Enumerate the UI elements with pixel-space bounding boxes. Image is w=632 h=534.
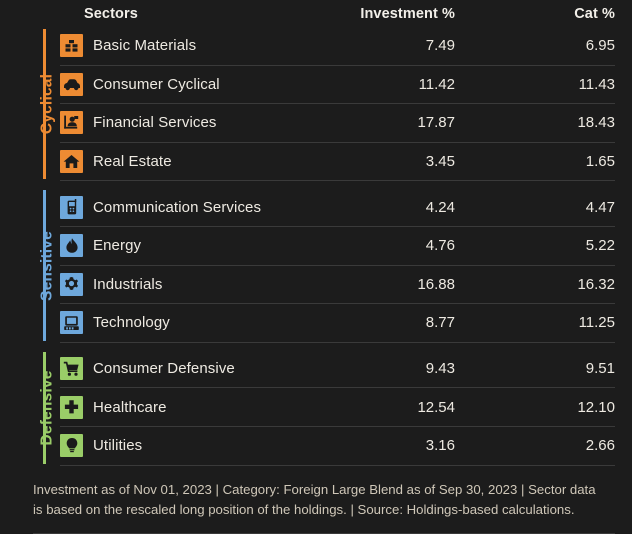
table-row[interactable]: Technology 8.77 11.25 <box>60 304 615 343</box>
group-tab: Cyclical <box>33 27 60 181</box>
sector-group: Sensitive Communication Services 4.24 4.47… <box>33 188 615 343</box>
energy-icon <box>60 234 83 258</box>
cat-percent-cell: 18.43 <box>577 114 615 132</box>
technology-icon <box>60 311 83 335</box>
consumer-defensive-icon <box>60 357 83 381</box>
sector-cell: Financial Services <box>60 111 308 135</box>
cat-percent-cell: 9.51 <box>585 360 615 378</box>
sector-group: Cyclical Basic Materials 7.49 6.95 Consume… <box>33 27 615 182</box>
sector-cell: Technology <box>60 311 308 335</box>
cat-percent-cell: 2.66 <box>585 437 615 455</box>
group-tab: Sensitive <box>33 188 60 342</box>
basic-materials-icon <box>60 34 83 58</box>
investment-percent-cell: 16.88 <box>417 275 455 293</box>
sector-name: Technology <box>93 314 170 332</box>
table-row[interactable]: Basic Materials 7.49 6.95 <box>60 27 615 66</box>
sector-name: Utilities <box>93 437 143 455</box>
column-header-investment: Investment % <box>360 5 455 22</box>
sector-name: Communication Services <box>93 198 262 216</box>
investment-percent-cell: 7.49 <box>425 37 455 55</box>
sector-cell: Consumer Defensive <box>60 357 308 381</box>
table-row[interactable]: Industrials 16.88 16.32 <box>60 266 615 305</box>
investment-percent-cell: 3.45 <box>425 153 455 171</box>
table-row[interactable]: Financial Services 17.87 18.43 <box>60 104 615 143</box>
investment-percent-cell: 9.43 <box>425 360 455 378</box>
healthcare-icon <box>60 395 83 419</box>
investment-percent-cell: 8.77 <box>425 314 455 332</box>
table-row[interactable]: Consumer Defensive 9.43 9.51 <box>60 350 615 389</box>
group-tab: Defensive <box>33 350 60 466</box>
sector-name: Consumer Cyclical <box>93 75 220 93</box>
sector-cell: Utilities <box>60 434 308 458</box>
group-rows: Consumer Defensive 9.43 9.51 Healthcare 12.… <box>60 350 615 466</box>
table-row[interactable]: Healthcare 12.54 12.10 <box>60 388 615 427</box>
sector-name: Industrials <box>93 275 163 293</box>
sector-name: Real Estate <box>93 153 172 171</box>
sector-name: Financial Services <box>93 114 217 132</box>
consumer-cyclical-icon <box>60 72 83 96</box>
investment-percent-cell: 11.42 <box>418 75 455 93</box>
utilities-icon <box>60 434 83 458</box>
table-row[interactable]: Energy 4.76 5.22 <box>60 227 615 266</box>
sector-cell: Consumer Cyclical <box>60 72 308 96</box>
footnote-container: Investment as of Nov 01, 2023 | Category… <box>0 466 632 521</box>
cat-percent-cell: 11.25 <box>578 314 615 332</box>
sector-name: Basic Materials <box>93 37 197 55</box>
investment-percent-cell: 3.16 <box>425 437 455 455</box>
investment-percent-cell: 4.24 <box>425 198 455 216</box>
table-row[interactable]: Utilities 3.16 2.66 <box>60 427 615 466</box>
cat-percent-cell: 16.32 <box>577 275 615 293</box>
real-estate-icon <box>60 150 83 174</box>
sector-name: Consumer Defensive <box>93 360 235 378</box>
table-row[interactable]: Consumer Cyclical 11.42 11.43 <box>60 66 615 105</box>
cat-percent-cell: 6.95 <box>585 37 615 55</box>
group-label: Cyclical <box>37 74 55 135</box>
sector-cell: Communication Services <box>60 195 308 219</box>
sector-exposure-panel: Sectors Investment % Cat % Cyclical Basi… <box>0 0 632 534</box>
sector-cell: Healthcare <box>60 395 308 419</box>
investment-percent-cell: 12.54 <box>417 398 455 416</box>
group-rows: Basic Materials 7.49 6.95 Consumer Cyclica… <box>60 27 615 182</box>
cat-percent-cell: 12.10 <box>577 398 615 416</box>
sector-cell: Energy <box>60 234 308 258</box>
sector-group: Defensive Consumer Defensive 9.43 9.51 Hea… <box>33 350 615 466</box>
cat-percent-cell: 1.65 <box>585 153 615 171</box>
cat-percent-cell: 4.47 <box>585 198 615 216</box>
communication-services-icon <box>60 195 83 219</box>
sector-groups: Cyclical Basic Materials 7.49 6.95 Consume… <box>0 27 632 466</box>
table-row[interactable]: Communication Services 4.24 4.47 <box>60 188 615 227</box>
footnote-text: Investment as of Nov 01, 2023 | Category… <box>33 481 596 517</box>
sector-cell: Basic Materials <box>60 34 308 58</box>
sector-name: Energy <box>93 237 142 255</box>
financial-services-icon <box>60 111 83 135</box>
group-label: Defensive <box>37 370 55 446</box>
group-rows: Communication Services 4.24 4.47 Energy 4.7… <box>60 188 615 343</box>
investment-percent-cell: 4.76 <box>425 237 455 255</box>
group-label: Sensitive <box>37 230 55 301</box>
column-header-sectors: Sectors <box>84 5 138 22</box>
sector-cell: Industrials <box>60 272 308 296</box>
investment-percent-cell: 17.87 <box>417 114 455 132</box>
sector-name: Healthcare <box>93 398 167 416</box>
table-header-row: Sectors Investment % Cat % <box>0 0 632 27</box>
cat-percent-cell: 5.22 <box>585 237 615 255</box>
table-row[interactable]: Real Estate 3.45 1.65 <box>60 143 615 182</box>
sector-cell: Real Estate <box>60 150 308 174</box>
industrials-icon <box>60 272 83 296</box>
cat-percent-cell: 11.43 <box>578 75 615 93</box>
column-header-cat: Cat % <box>574 5 615 22</box>
